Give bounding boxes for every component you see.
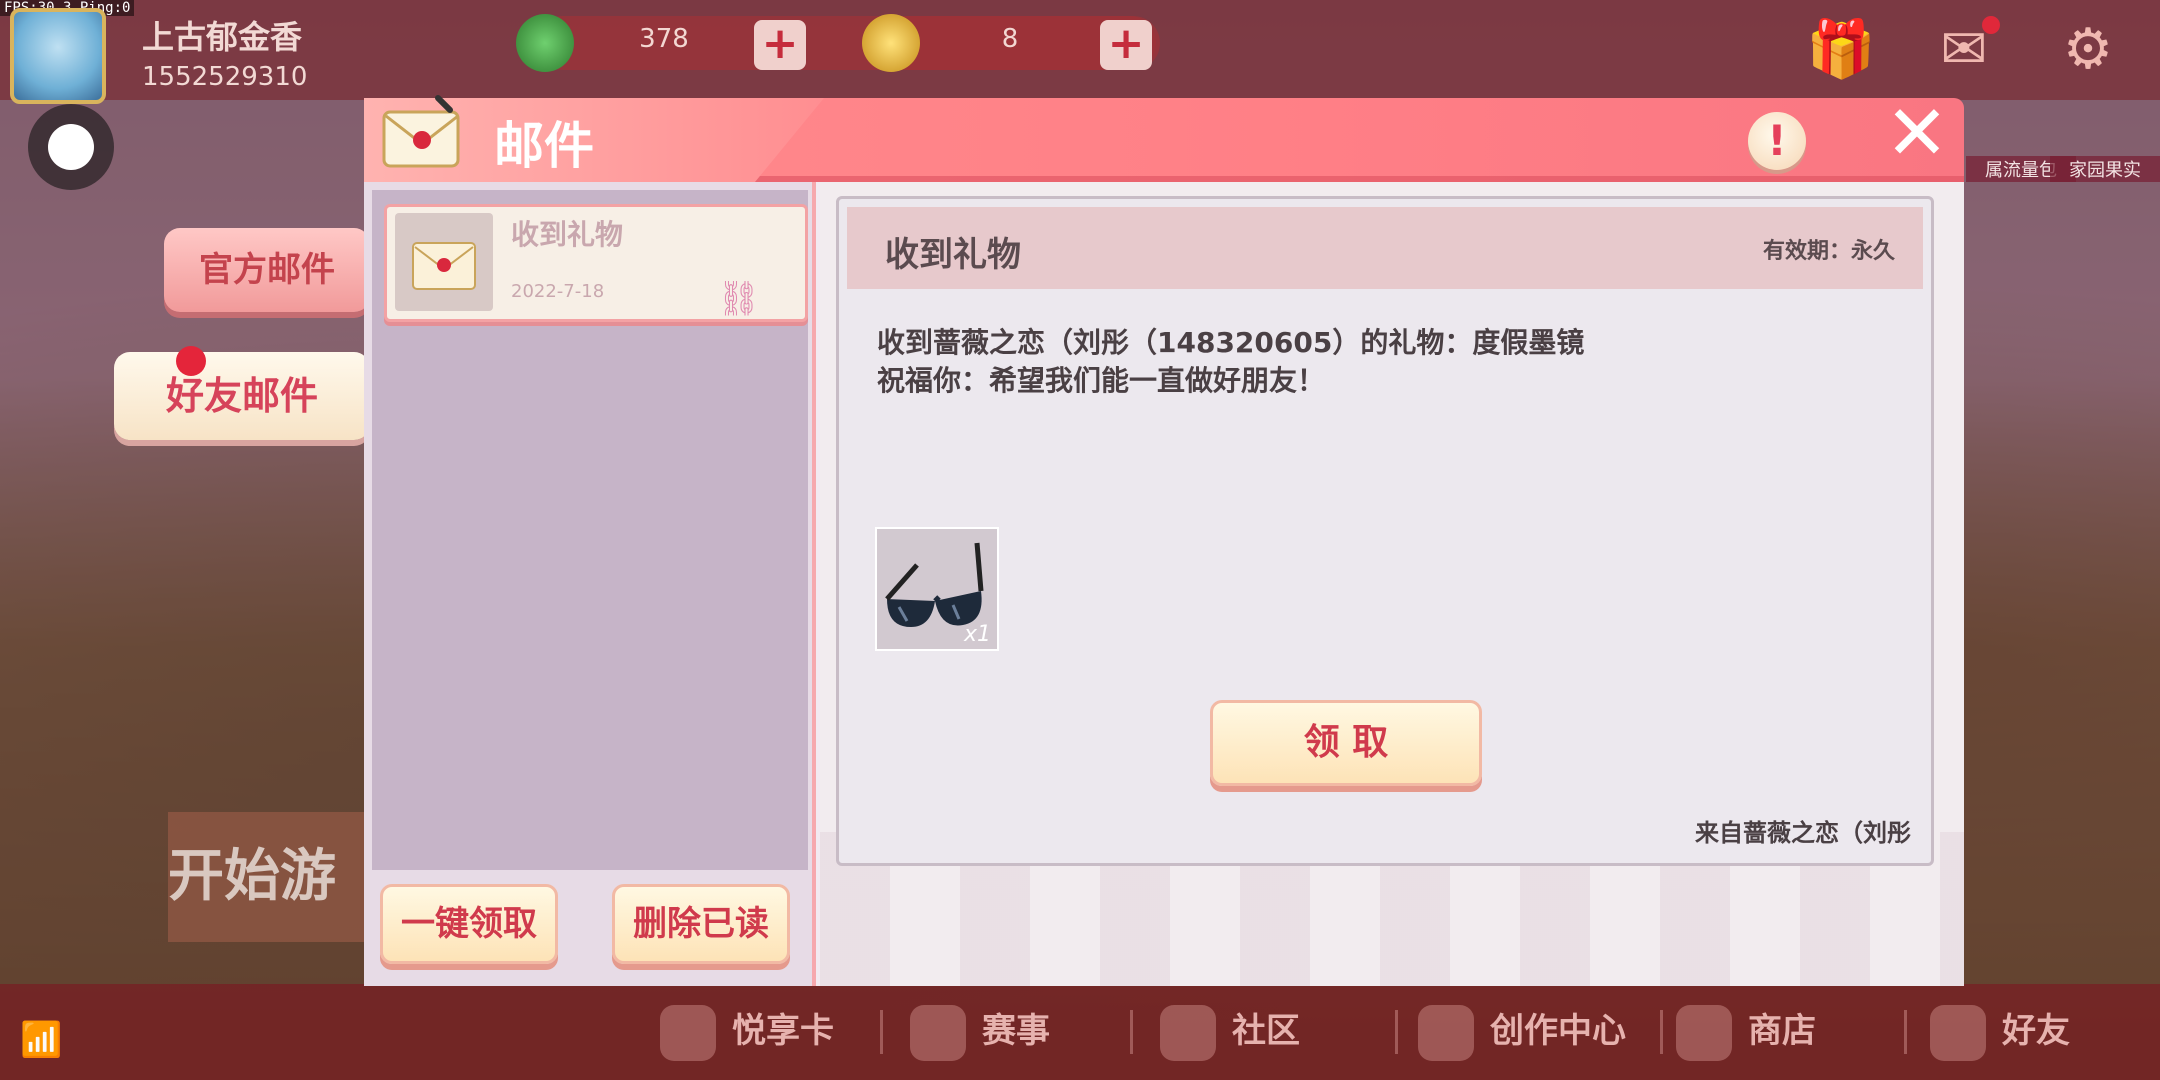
mail-detail-panel: 收到礼物 有效期：永久 收到蔷薇之恋（刘彤（148320605）的礼物：度假墨镜… [820,182,1964,986]
mail-item-title: 收到礼物 [511,218,624,251]
dialog-title: 邮件 [494,117,594,175]
nav-friends[interactable]: 好友 [1930,998,2070,1064]
cube-icon [1418,1004,1474,1061]
joystick-knob[interactable] [48,124,94,170]
tab-official-mail[interactable]: 官方邮件 [164,228,370,312]
nav-creation-center[interactable]: 创作中心 [1418,998,1626,1064]
nav-divider [880,1010,883,1054]
bottom-nav [0,984,2160,1080]
nav-community[interactable]: 社区 [1160,998,1300,1064]
nav-shop[interactable]: 商店 [1676,998,1816,1064]
nav-label: 商店 [1748,1011,1816,1051]
nav-label: 创作中心 [1490,1011,1626,1051]
envelope-icon [382,95,460,168]
start-game-button[interactable]: 开始游 [168,812,368,942]
tab-friend-mail[interactable]: 好友邮件 [114,352,370,440]
user-id: 1552529310 [142,62,308,92]
username: 上古郁金香 [142,18,303,56]
pig-icon [660,1004,716,1061]
event-home-fruit-icon[interactable]: 家园果实 [2050,102,2160,182]
paperclip-icon: ⛓ [717,279,761,319]
gold-coin-icon [862,14,920,72]
nav-divider [1904,1010,1907,1054]
mail-list-panel: 收到礼物 2022-7-18 ⛓ 一键领取 删除已读 [364,182,816,986]
dialog-body: 收到礼物 2022-7-18 ⛓ 一键领取 删除已读 收到礼物 有效期：永久 收… [364,182,1964,986]
cart-icon [1676,1004,1732,1061]
network-icon: 📶 [20,1020,63,1060]
mail-sender: 来自蔷薇之恋（刘彤 [1695,819,1911,847]
add-coins-button[interactable]: + [1100,20,1152,70]
mail-body-line-2: 祝福你：希望我们能一直做好朋友！ [877,364,1326,397]
mail-list: 收到礼物 2022-7-18 ⛓ [372,190,808,870]
mail-body-line-1: 收到蔷薇之恋（刘彤（148320605）的礼物：度假墨镜 [877,326,1585,359]
mail-list-item[interactable]: 收到礼物 2022-7-18 ⛓ [384,204,808,322]
avatar[interactable] [10,8,106,104]
event-label: 家园果实 [2050,156,2160,182]
gift-box-icon[interactable]: 🎁 [1806,18,1876,82]
envelope-thumb-icon [395,213,493,311]
friend-icon [1930,1004,1986,1061]
joystick[interactable] [28,104,114,190]
mail-detail-title: 收到礼物 [885,235,1021,275]
nav-events[interactable]: 赛事 [910,998,1050,1064]
delete-read-button[interactable]: 删除已读 [612,884,790,964]
gift-item-slot[interactable]: x1 [875,527,999,651]
validity-label: 有效期：永久 [1762,239,1895,264]
gem-count: 378 [639,24,689,54]
nav-vip-card[interactable]: 悦享卡 [660,998,834,1064]
nav-divider [1660,1010,1663,1054]
mail-notification-dot [1982,16,2000,34]
nav-label: 好友 [2002,1011,2070,1051]
claim-button[interactable]: 领 取 [1210,700,1482,786]
nav-label: 社区 [1232,1011,1300,1051]
claim-all-button[interactable]: 一键领取 [380,884,558,964]
mail-detail-header: 收到礼物 有效期：永久 [847,207,1923,289]
dialog-header: 邮件 ! ✕ [364,95,1964,182]
nav-divider [1130,1010,1133,1054]
gift-quantity: x1 [963,622,991,647]
green-gem-icon [516,14,574,72]
trophy-icon [910,1004,966,1061]
nav-divider [1395,1010,1398,1054]
info-button[interactable]: ! [1748,112,1806,170]
mail-dialog: 邮件 ! ✕ 收到礼物 2022-7-18 ⛓ 一键领取 删除已读 收到礼物 有… [364,95,1964,986]
nav-label: 悦享卡 [732,1011,834,1051]
add-gems-button[interactable]: + [754,20,806,70]
close-button[interactable]: ✕ [1882,95,1952,171]
coin-count: 8 [1001,24,1019,54]
friend-mail-notification-dot [176,346,206,376]
mail-item-date: 2022-7-18 [511,281,605,302]
community-icon [1160,1004,1216,1061]
gear-icon[interactable]: ⚙ [2056,18,2120,82]
nav-label: 赛事 [982,1011,1050,1051]
